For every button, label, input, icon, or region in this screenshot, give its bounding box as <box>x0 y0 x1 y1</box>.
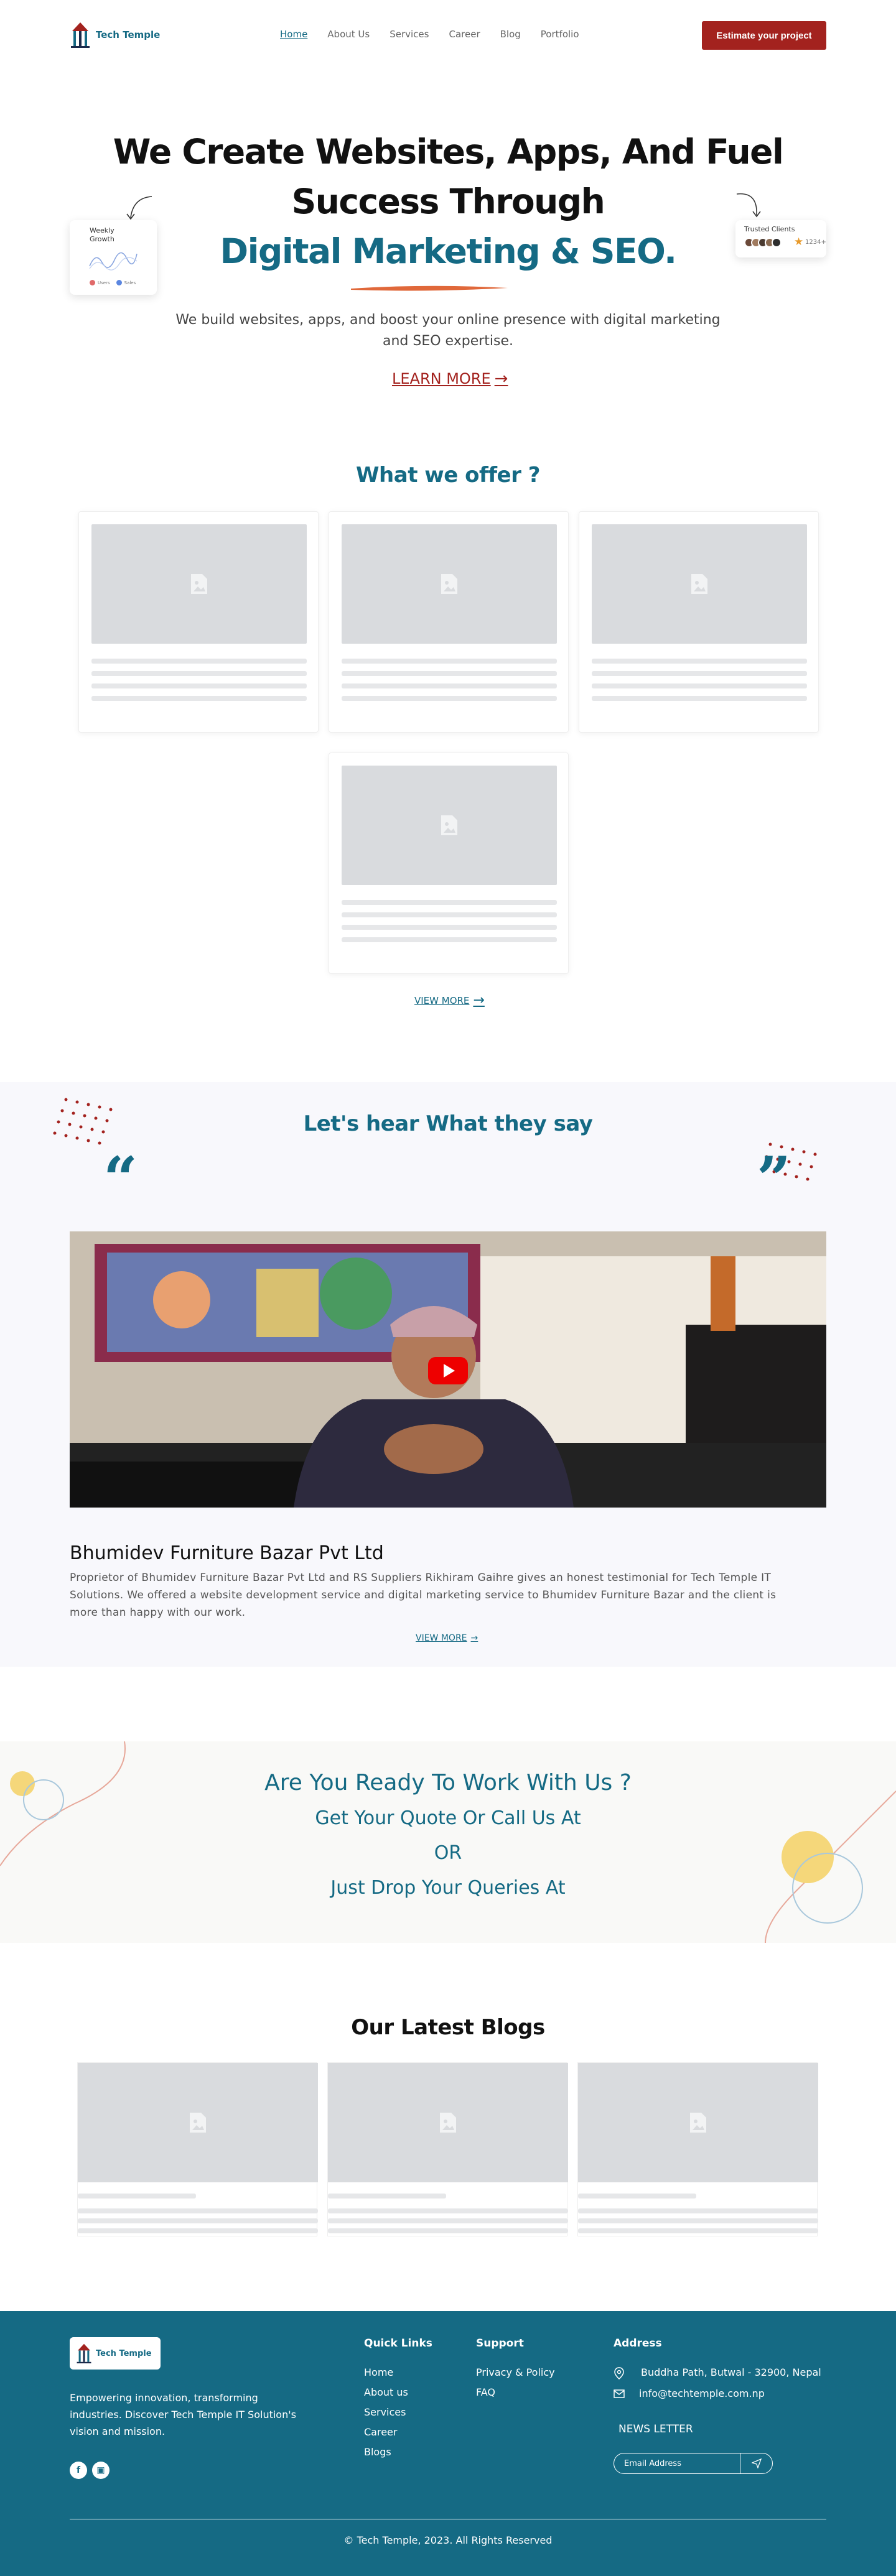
logo-text: Tech Temple <box>96 29 161 40</box>
view-more-label: VIEW MORE <box>416 1633 467 1643</box>
newsletter-form <box>614 2453 773 2474</box>
weekly-growth-title-2: Growth <box>90 235 114 243</box>
arrow-right-icon: → <box>470 1633 478 1643</box>
curved-arrow-icon-2 <box>736 193 761 218</box>
nav-portfolio[interactable]: Portfolio <box>541 29 579 40</box>
header-logo[interactable]: Tech Temple <box>70 21 160 49</box>
weekly-growth-title-1: Weekly <box>90 226 114 234</box>
nav-about[interactable]: About Us <box>327 29 370 40</box>
footer-address: Buddha Path, Butwal - 32900, Nepal <box>641 2366 821 2378</box>
trusted-clients-card: Trusted Clients ★ 1234+ <box>735 220 826 257</box>
image-placeholder-icon <box>191 574 207 594</box>
blog-image-placeholder <box>78 2063 318 2182</box>
send-icon <box>751 2458 762 2468</box>
image-placeholder-icon <box>691 574 707 594</box>
mail-icon <box>614 2389 625 2398</box>
cta-headline: Are You Ready To Work With Us ? <box>264 1770 632 1795</box>
footer-link-career[interactable]: Career <box>364 2426 397 2438</box>
hero-title-line-1: We Create Websites, Apps, And Fuel <box>113 132 784 172</box>
weekly-growth-card: Weekly Growth Users Sales <box>70 220 157 295</box>
image-placeholder-icon <box>441 815 457 835</box>
footer-link-home[interactable]: Home <box>364 2366 393 2378</box>
star-icon: ★ <box>794 236 804 248</box>
service-card[interactable] <box>579 511 819 733</box>
image-placeholder-icon <box>690 2113 706 2133</box>
testimonials-title: Let's hear What they say <box>303 1111 593 1136</box>
open-quote-icon: “ <box>103 1144 138 1214</box>
blogs-title: Our Latest Blogs <box>351 2015 545 2040</box>
temple-logo-icon <box>71 22 90 48</box>
facebook-icon[interactable]: f <box>70 2462 87 2479</box>
footer-link-services[interactable]: Services <box>364 2406 406 2418</box>
service-image-placeholder <box>342 524 557 644</box>
legend-sales: Sales <box>124 280 136 285</box>
footer-link-privacy[interactable]: Privacy & Policy <box>476 2366 555 2378</box>
offer-section-title: What we offer ? <box>356 463 540 488</box>
copyright: © Tech Temple, 2023. All Rights Reserved <box>343 2534 553 2546</box>
service-image-placeholder <box>91 524 307 644</box>
image-placeholder-icon <box>190 2113 206 2133</box>
footer-logo-text: Tech Temple <box>96 2348 152 2358</box>
service-image-placeholder <box>592 524 807 644</box>
footer-link-faq[interactable]: FAQ <box>476 2386 495 2398</box>
main-nav: Home About Us Services Career Blog Portf… <box>280 29 599 40</box>
view-more-label: VIEW MORE <box>414 994 470 1006</box>
client-avatars <box>744 238 782 248</box>
footer-link-blogs[interactable]: Blogs <box>364 2446 391 2458</box>
testimonial-company: Bhumidev Furniture Bazar Pvt Ltd <box>70 1542 384 1564</box>
learn-more-link[interactable]: LEARN MORE → <box>392 369 508 388</box>
blog-image-placeholder <box>328 2063 568 2182</box>
growth-wave-chart <box>89 252 138 271</box>
offer-view-more-link[interactable]: VIEW MORE → <box>414 993 485 1008</box>
blog-card[interactable] <box>327 2062 568 2236</box>
temple-logo-icon <box>77 2343 91 2364</box>
footer-about: Empowering innovation, transforming indu… <box>70 2392 296 2437</box>
footer-link-about[interactable]: About us <box>364 2386 408 2398</box>
blog-card[interactable] <box>577 2062 818 2236</box>
image-placeholder-icon <box>441 574 457 594</box>
arrow-right-icon: → <box>473 993 485 1008</box>
legend-users: Users <box>98 280 110 285</box>
location-pin-icon <box>614 2367 624 2379</box>
learn-more-label: LEARN MORE <box>392 370 491 387</box>
estimate-project-button[interactable]: Estimate your project <box>702 21 826 50</box>
trusted-clients-count: 1234+ <box>805 239 826 246</box>
footer-logo[interactable]: Tech Temple <box>70 2337 161 2370</box>
nav-services[interactable]: Services <box>390 29 429 40</box>
cta-or: OR <box>434 1842 462 1864</box>
hero-subtitle: We build websites, apps, and boost your … <box>175 312 721 349</box>
newsletter-email-input[interactable] <box>614 2458 740 2468</box>
curved-arrow-icon <box>126 196 152 220</box>
nav-blog[interactable]: Blog <box>500 29 521 40</box>
cta-quote-line: Get Your Quote Or Call Us At <box>315 1807 581 1829</box>
testimonial-description: Proprietor of Bhumidev Furniture Bazar P… <box>70 1572 777 1619</box>
site-header: Tech Temple Home About Us Services Caree… <box>0 0 896 70</box>
instagram-icon[interactable]: ▣ <box>92 2462 110 2479</box>
newsletter-title: NEWS LETTER <box>618 2423 693 2435</box>
brush-underline <box>351 285 508 291</box>
nav-career[interactable]: Career <box>449 29 480 40</box>
image-placeholder-icon <box>440 2113 456 2133</box>
arrow-right-icon: → <box>494 369 508 388</box>
play-button[interactable] <box>428 1357 468 1384</box>
blog-card[interactable] <box>77 2062 318 2236</box>
footer-email[interactable]: info@techtemple.com.np <box>639 2388 765 2399</box>
service-card[interactable] <box>329 511 569 733</box>
support-title: Support <box>476 2337 524 2350</box>
play-icon <box>444 1364 455 1378</box>
testimonial-video[interactable] <box>70 1231 826 1508</box>
nav-home[interactable]: Home <box>280 29 307 40</box>
service-image-placeholder <box>342 766 557 885</box>
quick-links-title: Quick Links <box>364 2337 432 2350</box>
service-card[interactable] <box>329 753 569 974</box>
service-card[interactable] <box>78 511 319 733</box>
blog-image-placeholder <box>578 2063 818 2182</box>
address-title: Address <box>614 2337 662 2350</box>
close-quote-icon: ” <box>757 1144 791 1214</box>
cta-queries-line: Just Drop Your Queries At <box>330 1877 566 1899</box>
testimonial-view-more-link[interactable]: VIEW MORE → <box>416 1633 478 1643</box>
send-button[interactable] <box>740 2453 772 2473</box>
trusted-clients-title: Trusted Clients <box>744 225 795 233</box>
